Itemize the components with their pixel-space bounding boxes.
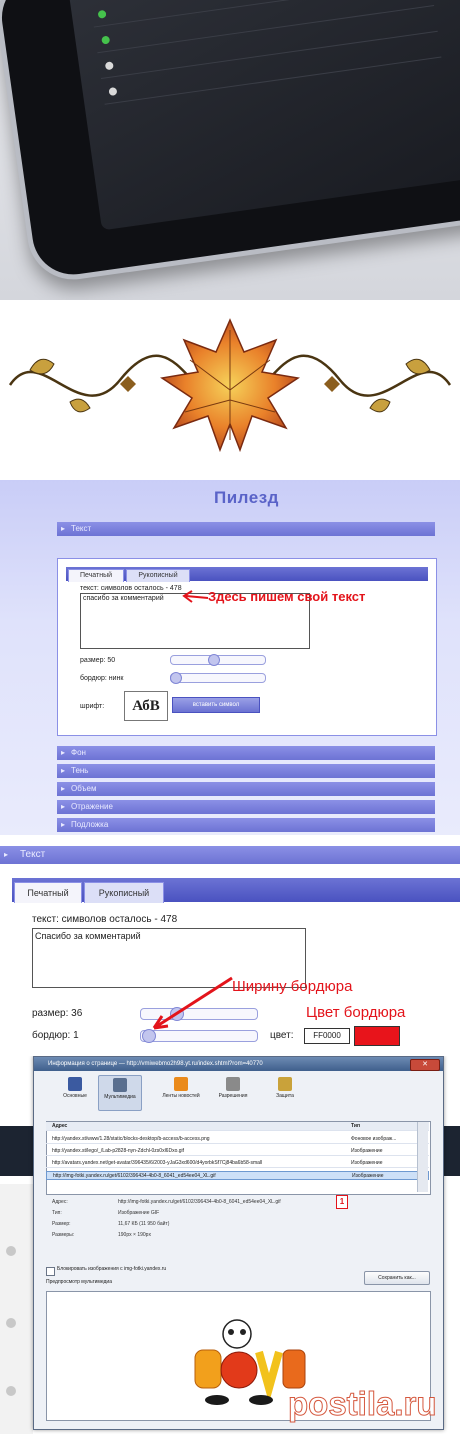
section-header-text[interactable]: Текст: [57, 522, 435, 536]
background-strip: [0, 1126, 33, 1176]
background-strip: [442, 1126, 460, 1176]
toolbar-general[interactable]: Основные: [54, 1075, 96, 1109]
detail-key: Тип:: [52, 1210, 62, 1216]
color-label: цвет:: [270, 1030, 294, 1041]
annotation-write-text: Здесь пишем свой текст: [208, 589, 366, 604]
color-swatch[interactable]: [354, 1026, 400, 1046]
preview-label: Предпросмотр мультимедиа: [46, 1279, 112, 1285]
permissions-icon: [226, 1077, 240, 1091]
size-label: размер: 36: [32, 1008, 83, 1019]
toolbar-permissions[interactable]: Разрешения: [212, 1075, 254, 1109]
detail-value: http://img-fotki.yandex.ru/get/6102/3964…: [118, 1199, 281, 1205]
tab-handwritten[interactable]: Рукописный: [84, 882, 164, 903]
list-item-selected[interactable]: http://img-fotki.yandex.ru/get/6102/3964…: [46, 1171, 429, 1180]
leaf-ornament: [0, 300, 460, 480]
editor-screenshot-2: Текст Печатный Рукописный текст: символо…: [0, 838, 460, 1056]
detail-key: Адрес:: [52, 1199, 68, 1205]
leaf-ornament-icon: [8, 318, 452, 453]
svg-text:postila.ru: postila.ru: [288, 1385, 437, 1422]
media-list: [46, 1121, 431, 1195]
section-header-text[interactable]: Текст: [0, 846, 460, 864]
page-title: Пилезд: [214, 488, 279, 507]
background-page: [0, 1184, 33, 1434]
list-scrollbar[interactable]: [417, 1122, 428, 1192]
marker-badge: 1: [336, 1195, 348, 1209]
color-input[interactable]: FF0000: [304, 1028, 350, 1044]
lock-icon: [278, 1077, 292, 1091]
section-header-reflection[interactable]: Отражение: [57, 800, 435, 814]
rss-icon: [174, 1077, 188, 1091]
phone-screen: [68, 0, 460, 231]
block-images-checkbox[interactable]: [46, 1267, 55, 1276]
border-label: бордюр: нинк: [80, 675, 124, 682]
section-header-bg[interactable]: Фон: [57, 746, 435, 760]
detail-value: 190px × 190px: [118, 1232, 151, 1238]
insert-symbol-button[interactable]: вставить символ: [172, 697, 260, 713]
save-as-button[interactable]: Сохранить как...: [364, 1271, 430, 1285]
bullet-icon: [6, 1318, 16, 1328]
annotation-border-color: Цвет бордюра: [306, 1004, 406, 1021]
chars-left-label: текст: символов осталось - 478: [80, 585, 182, 592]
toolbar-security[interactable]: Защита: [264, 1075, 306, 1109]
page-info-window: Информация о странице — http://vmiwebmo2…: [33, 1056, 444, 1430]
toolbar-media[interactable]: Мультимедиа: [98, 1075, 142, 1111]
text-input-value: спасибо за комментарий: [83, 595, 164, 602]
border-slider-knob[interactable]: [170, 672, 182, 684]
toolbar-feeds[interactable]: Ленты новостей: [160, 1075, 202, 1109]
border-label: бордюр: 1: [32, 1030, 79, 1041]
list-item[interactable]: http://yandex.st/www/1.28/static/blocks-…: [46, 1135, 429, 1144]
text-panel: Печатный Рукописный текст: символов оста…: [57, 558, 437, 736]
chars-left-label: текст: символов осталось - 478: [32, 914, 178, 925]
detail-key: Размеры:: [52, 1232, 75, 1238]
section-header-volume[interactable]: Объем: [57, 782, 435, 796]
list-header: Адрес Тип: [46, 1122, 429, 1131]
tab-printed[interactable]: Печатный: [68, 569, 124, 582]
border-slider[interactable]: [170, 673, 266, 683]
size-label: размер: 50: [80, 657, 116, 664]
detail-value: 11,67 КБ (11 950 байт): [118, 1221, 170, 1227]
arrow-icon: [182, 590, 209, 603]
block-images-label: Блокировать изображения с img-fotki.yand…: [57, 1266, 167, 1272]
page-info-screenshot: Информация о странице — http://vmiwebmo2…: [0, 1056, 460, 1434]
bullet-icon: [6, 1246, 16, 1256]
annotation-border-width: Ширину бордюра: [232, 978, 353, 995]
info-icon: [68, 1077, 82, 1091]
detail-value: Изображение GIF: [118, 1210, 160, 1216]
media-icon: [113, 1078, 127, 1092]
font-preview[interactable]: АбВ: [124, 691, 168, 721]
section-header-backing[interactable]: Подложка: [57, 818, 435, 832]
postila-watermark-logo: postila.ru: [288, 1385, 437, 1423]
list-item[interactable]: http://yandex.st/lego/_/Lab-p2828-nyn-Zd…: [46, 1147, 429, 1156]
window-title: Информация о странице — http://vmiwebmo2…: [34, 1057, 443, 1071]
bullet-icon: [6, 1386, 16, 1396]
tab-printed[interactable]: Печатный: [14, 882, 82, 903]
close-icon[interactable]: ✕: [410, 1059, 440, 1071]
phone-photo: [0, 0, 460, 300]
font-label: шрифт:: [80, 703, 105, 710]
section-header-shadow[interactable]: Тень: [57, 764, 435, 778]
size-slider-knob[interactable]: [208, 654, 220, 666]
tab-handwritten[interactable]: Рукописный: [126, 569, 190, 582]
arrow-icon: [152, 976, 233, 1030]
detail-key: Размер:: [52, 1221, 71, 1227]
text-input-value: Спасибо за комментарий: [35, 931, 141, 941]
list-item[interactable]: http://avatars.yandex.net/get-avatar/396…: [46, 1159, 429, 1168]
phone-body: [0, 0, 460, 286]
